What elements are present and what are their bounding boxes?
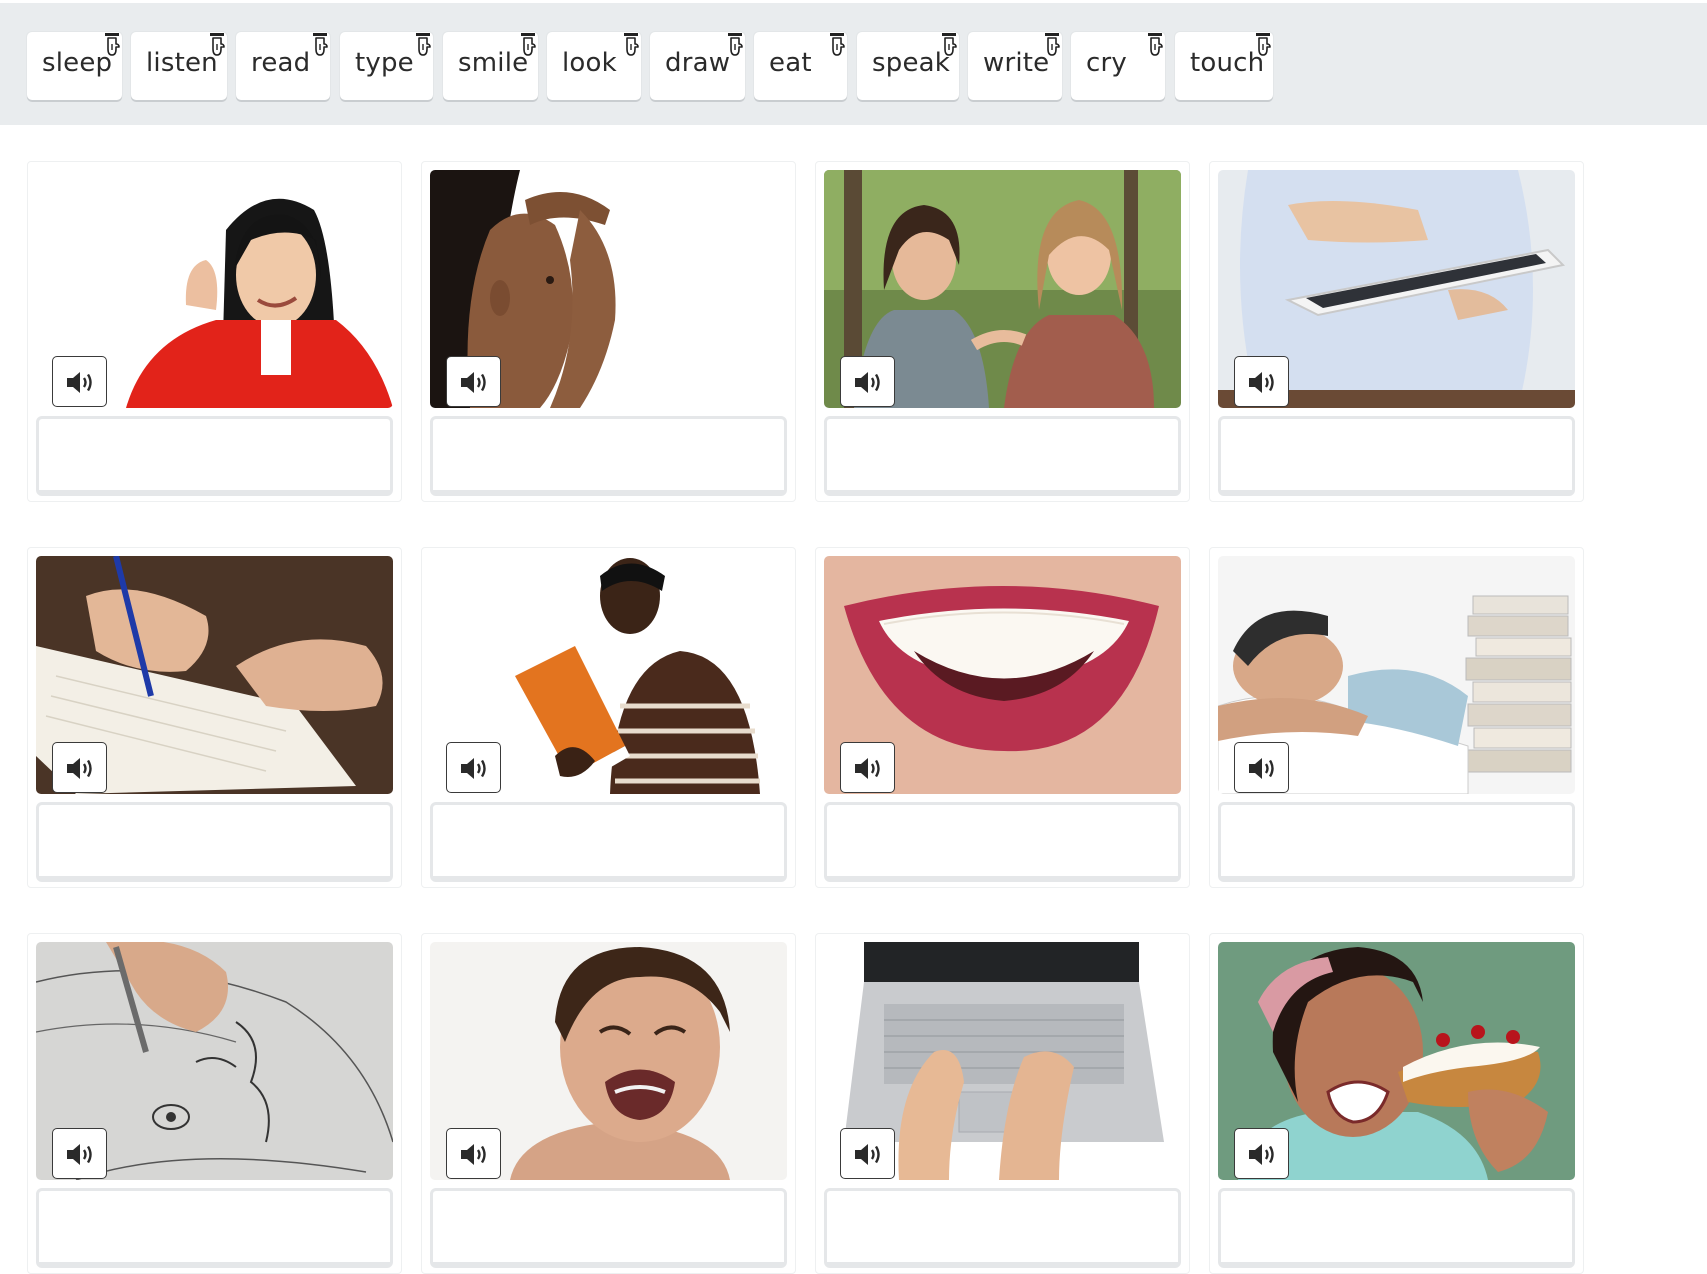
word-chip-label: smile <box>458 48 529 78</box>
word-chip-label: read <box>251 48 311 78</box>
hand-pointer-drag-icon <box>622 32 640 56</box>
child-crying-photo <box>430 942 787 1180</box>
word-chip-label: sleep <box>42 48 113 78</box>
speaker-volume-icon <box>67 372 92 393</box>
word-chip-type[interactable]: type <box>340 32 433 100</box>
answer-drop-zone[interactable] <box>430 802 787 882</box>
speaker-volume-icon <box>461 372 486 393</box>
answer-drop-zone[interactable] <box>36 802 393 882</box>
speaker-volume-icon <box>1249 758 1274 779</box>
answer-drop-zone[interactable] <box>36 1188 393 1268</box>
answer-drop-zone[interactable] <box>430 1188 787 1268</box>
answer-drop-zone[interactable] <box>1218 416 1575 496</box>
play-audio-button[interactable] <box>1234 742 1289 793</box>
speaker-volume-icon <box>461 758 486 779</box>
answer-drop-zone[interactable] <box>824 1188 1181 1268</box>
hand-pointer-drag-icon <box>1043 32 1061 56</box>
exercise-card <box>815 933 1190 1274</box>
woman-eating-cake-photo <box>1218 942 1575 1180</box>
answer-drop-zone[interactable] <box>824 416 1181 496</box>
word-chip-smile[interactable]: smile <box>443 32 538 100</box>
answer-drop-zone[interactable] <box>36 416 393 496</box>
speaker-volume-icon <box>1249 1144 1274 1165</box>
word-chip-label: cry <box>1086 48 1127 78</box>
word-chip-read[interactable]: read <box>236 32 330 100</box>
exercise-card <box>27 161 402 502</box>
play-audio-button[interactable] <box>52 742 107 793</box>
word-chip-draw[interactable]: draw <box>650 32 745 100</box>
play-audio-button[interactable] <box>1234 356 1289 407</box>
word-chip-touch[interactable]: touch <box>1175 32 1273 100</box>
play-audio-button[interactable] <box>840 356 895 407</box>
play-audio-button[interactable] <box>1234 1128 1289 1179</box>
answer-drop-zone[interactable] <box>1218 1188 1575 1268</box>
hand-pointer-drag-icon <box>1146 32 1164 56</box>
answer-drop-zone[interactable] <box>824 802 1181 882</box>
hand-touching-tablet-photo <box>1218 170 1575 408</box>
word-chip-look[interactable]: look <box>547 32 641 100</box>
word-chip-listen[interactable]: listen <box>131 32 227 100</box>
word-bank: sleep listen read type smile look draw e… <box>0 3 1707 125</box>
play-audio-button[interactable] <box>446 356 501 407</box>
word-chip-write[interactable]: write <box>968 32 1062 100</box>
exercise-card <box>1209 161 1584 502</box>
answer-drop-zone[interactable] <box>430 416 787 496</box>
word-chip-label: speak <box>872 48 951 78</box>
hand-pointer-drag-icon <box>414 32 432 56</box>
hand-pointer-drag-icon <box>828 32 846 56</box>
woman-listening-photo <box>36 170 393 408</box>
play-audio-button[interactable] <box>446 1128 501 1179</box>
hand-pointer-drag-icon <box>940 32 958 56</box>
word-chip-cry[interactable]: cry <box>1071 32 1165 100</box>
hand-pointer-drag-icon <box>1254 32 1272 56</box>
hand-pointer-drag-icon <box>208 32 226 56</box>
play-audio-button[interactable] <box>52 1128 107 1179</box>
play-audio-button[interactable] <box>840 1128 895 1179</box>
word-chip-label: write <box>983 48 1050 78</box>
hand-pointer-drag-icon <box>726 32 744 56</box>
hand-writing-notebook-photo <box>36 556 393 794</box>
exercise-card <box>27 933 402 1274</box>
man-sleeping-on-books-photo <box>1218 556 1575 794</box>
speaker-volume-icon <box>1249 372 1274 393</box>
answer-drop-zone[interactable] <box>1218 802 1575 882</box>
hand-pointer-drag-icon <box>311 32 329 56</box>
word-chip-label: draw <box>665 48 731 78</box>
speaker-volume-icon <box>855 1144 880 1165</box>
word-chip-label: eat <box>769 48 812 78</box>
word-chip-label: look <box>562 48 617 78</box>
speaker-volume-icon <box>67 1144 92 1165</box>
smiling-mouth-photo <box>824 556 1181 794</box>
hand-drawing-sketch-photo <box>36 942 393 1180</box>
exercise-card <box>27 547 402 888</box>
word-chip-eat[interactable]: eat <box>754 32 847 100</box>
word-chip-speak[interactable]: speak <box>857 32 959 100</box>
hand-pointer-drag-icon <box>103 32 121 56</box>
play-audio-button[interactable] <box>446 742 501 793</box>
man-reading-book-photo <box>430 556 787 794</box>
exercise-card <box>421 547 796 888</box>
word-chip-sleep[interactable]: sleep <box>27 32 122 100</box>
exercise-card <box>421 933 796 1274</box>
speaker-volume-icon <box>67 758 92 779</box>
play-audio-button[interactable] <box>840 742 895 793</box>
exercise-card <box>421 161 796 502</box>
exercise-card <box>815 161 1190 502</box>
hand-pointer-drag-icon <box>519 32 537 56</box>
word-chip-label: type <box>355 48 414 78</box>
speaker-volume-icon <box>855 372 880 393</box>
hands-typing-laptop-photo <box>824 942 1181 1180</box>
two-women-speaking-photo <box>824 170 1181 408</box>
exercise-card <box>1209 933 1584 1274</box>
girl-looking-photo <box>430 170 787 408</box>
play-audio-button[interactable] <box>52 356 107 407</box>
exercise-card <box>1209 547 1584 888</box>
speaker-volume-icon <box>855 758 880 779</box>
speaker-volume-icon <box>461 1144 486 1165</box>
exercise-card <box>815 547 1190 888</box>
